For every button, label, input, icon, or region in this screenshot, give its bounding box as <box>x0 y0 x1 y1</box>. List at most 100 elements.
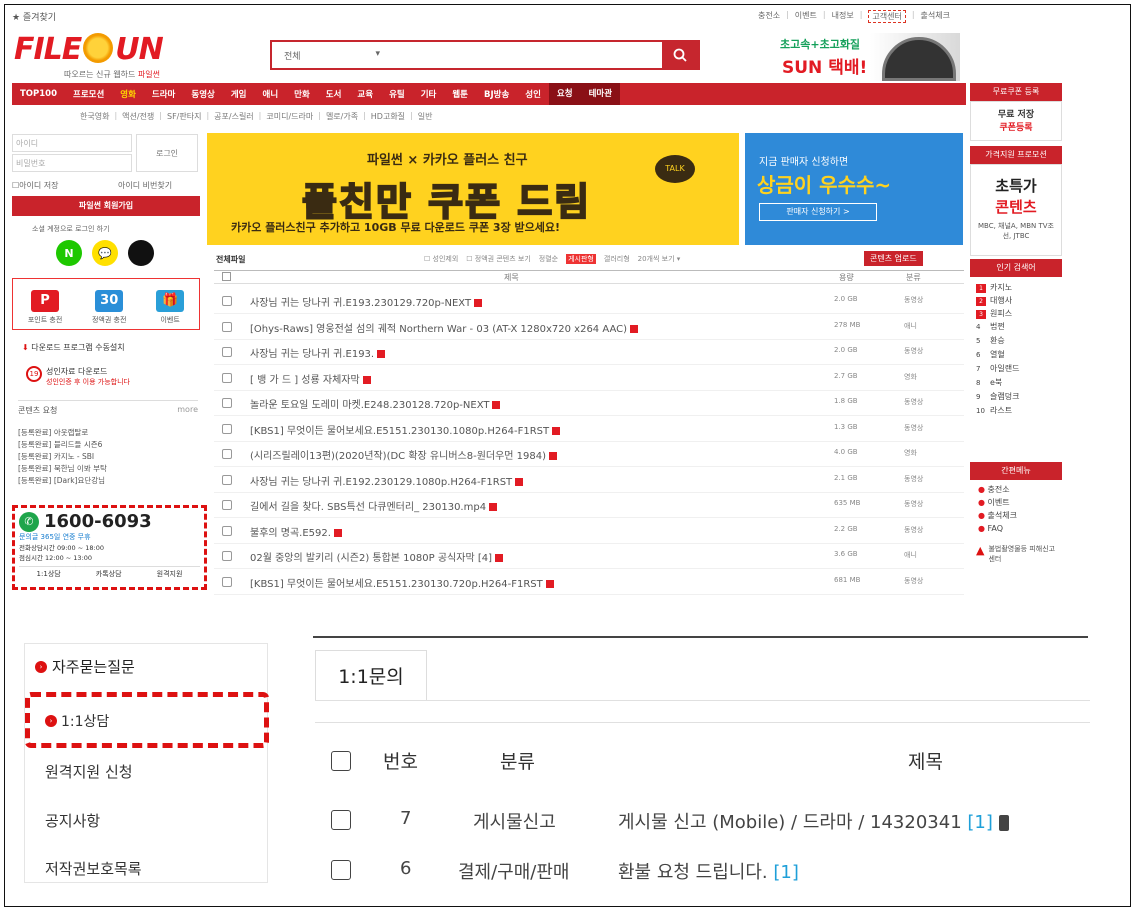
inquiry-title[interactable]: 게시물 신고 (Mobile) / 드라마 / 14320341 [1] <box>618 808 1009 834</box>
faq-item-copyright[interactable]: 저작권보호목록 <box>45 858 142 879</box>
remote-support-link[interactable]: 원격지원 <box>157 569 183 579</box>
popular-search-item[interactable]: 5 환승 <box>976 334 1056 348</box>
kakao-login-icon[interactable]: 💬 <box>92 240 118 266</box>
file-row[interactable]: (시리즈릴레이13편)(2020년작)(DC 확장 유니버스8-원더우먼 198… <box>214 441 964 467</box>
popular-search-item[interactable]: 1 카지노 <box>976 281 1056 294</box>
row-checkbox[interactable] <box>222 372 232 383</box>
popular-search-item[interactable]: 3 원피스 <box>976 307 1056 320</box>
upload-button[interactable]: 콘텐츠 업로드 <box>864 251 923 266</box>
quick-menu-faq[interactable]: ● FAQ <box>978 522 1054 535</box>
site-logo[interactable]: FILE UN <box>14 32 164 67</box>
subnav-item[interactable]: 액션/전쟁 <box>122 111 154 122</box>
subnav-item[interactable]: 코미디/드라마 <box>266 111 313 122</box>
file-title[interactable]: [Ohys-Raws] 영웅전설 섬의 궤적 Northern War - 03… <box>250 320 639 335</box>
nav-book[interactable]: 도서 <box>318 88 350 100</box>
table-row[interactable]: 6 결제/구매/판매 환불 요청 드립니다. [1] <box>315 846 1090 896</box>
request-item[interactable]: [등록완료] 카지노 - SBI <box>18 451 107 463</box>
row-checkbox[interactable] <box>222 551 232 561</box>
page-size-select[interactable]: 20개씩 보기 ▾ <box>638 254 681 264</box>
popular-search-item[interactable]: 6 열혈 <box>976 348 1056 362</box>
row-checkbox[interactable] <box>222 398 232 408</box>
file-row[interactable]: [Ohys-Raws] 영웅전설 섬의 궤적 Northern War - 03… <box>214 314 964 340</box>
search-button[interactable] <box>662 42 698 68</box>
file-row[interactable]: 사장님 귀는 당나귀 귀.E192.230129.1080p.H264-F1RS… <box>214 467 964 493</box>
manual-install-link[interactable]: ⬇ 다운로드 프로그램 수동설치 <box>22 342 125 353</box>
seller-banner[interactable]: 지금 판매자 신청하면 상금이 우수수~ 판매자 신청하기 > <box>745 133 963 245</box>
file-title[interactable]: 사장님 귀는 당나귀 귀.E192.230129.1080p.H264-F1RS… <box>250 473 524 488</box>
top-link-myinfo[interactable]: 내정보 <box>832 10 854 23</box>
subnav-item[interactable]: SF/판타지 <box>167 111 201 122</box>
file-title[interactable]: 놀라운 토요일 도레미 마켓.E248.230128.720p-NEXT <box>250 396 501 411</box>
row-checkbox[interactable] <box>222 500 232 510</box>
file-row[interactable]: 놀라운 토요일 도레미 마켓.E248.230128.720p-NEXT 1.8 … <box>214 390 964 416</box>
nav-utility[interactable]: 유틸 <box>381 88 413 100</box>
nav-top100[interactable]: TOP100 <box>12 89 65 99</box>
kakao-plus-banner[interactable]: 파일썬 × 카카오 플러스 친구 플친만 쿠폰 드림 카카오 플러스친구 추가하… <box>207 133 739 245</box>
subnav-item[interactable]: 일반 <box>418 111 433 122</box>
top-link-charge[interactable]: 충전소 <box>758 10 780 23</box>
file-row[interactable]: 사장님 귀는 당나귀 귀.E193.230129.720p-NEXT 2.0 GB… <box>214 288 964 314</box>
one-on-one-link[interactable]: 1:1상담 <box>37 569 61 579</box>
seller-apply-button[interactable]: 판매자 신청하기 > <box>759 203 877 221</box>
file-title[interactable]: 불후의 명곡.E592. <box>250 524 342 539</box>
file-title[interactable]: (시리즈릴레이13편)(2020년작)(DC 확장 유니버스8-원더우먼 198… <box>250 447 558 462</box>
row-checkbox[interactable] <box>222 321 232 332</box>
row-checkbox[interactable] <box>222 296 232 306</box>
quick-menu-charge[interactable]: ● 충전소 <box>978 483 1054 496</box>
select-all-checkbox[interactable] <box>222 272 231 281</box>
row-checkbox[interactable] <box>222 576 232 587</box>
filter-exclude-adult[interactable]: ☐ 성인제외 <box>424 254 458 264</box>
more-link[interactable]: more <box>177 405 198 414</box>
subnav-item[interactable]: 멜로/가족 <box>326 111 358 122</box>
nav-game[interactable]: 게임 <box>223 88 255 100</box>
filter-pass-content[interactable]: ☐ 정액권 콘텐츠 보기 <box>466 254 531 264</box>
file-title[interactable]: 사장님 귀는 당나귀 귀.E193. <box>250 345 386 360</box>
pass-charge-button[interactable]: 30 정액권 충전 <box>92 290 126 325</box>
login-password-input[interactable]: 비밀번호 <box>12 154 132 172</box>
row-checkbox[interactable] <box>222 347 232 357</box>
search-input[interactable] <box>392 42 662 68</box>
row-checkbox[interactable] <box>222 474 232 485</box>
popular-search-item[interactable]: 2 대행사 <box>976 294 1056 307</box>
report-center-link[interactable]: ▲ 불법촬영물등 피해신고센터 <box>970 544 1062 564</box>
popular-search-item[interactable]: 9 슬램덩크 <box>976 390 1056 404</box>
file-title[interactable]: [KBS1] 무엇이든 물어보세요.E5151.230130.720p.H264… <box>250 575 554 590</box>
nav-anime[interactable]: 애니 <box>255 88 287 100</box>
row-checkbox[interactable] <box>222 449 232 459</box>
login-id-input[interactable]: 아이디 <box>12 134 132 152</box>
top-link-event[interactable]: 이벤트 <box>795 10 817 23</box>
tab-one-on-one-inquiry[interactable]: 1:1문의 <box>315 650 427 700</box>
quick-menu-event[interactable]: ● 이벤트 <box>978 496 1054 509</box>
nav-movie[interactable]: 영화 <box>112 88 144 100</box>
nav-promotion[interactable]: 프로모션 <box>65 88 112 100</box>
row-checkbox[interactable] <box>331 810 351 830</box>
express-promo-banner[interactable]: 초고속+초고화질 SUN 택배! <box>760 33 960 81</box>
find-account-link[interactable]: 아이디 비번찾기 <box>118 180 172 191</box>
save-id-checkbox[interactable]: ☐아이디 저장 <box>12 180 59 191</box>
select-all-checkbox[interactable] <box>331 751 351 771</box>
file-row[interactable]: 불후의 명곡.E592. 2.2 GB 동영상 <box>214 518 964 544</box>
favorite-link[interactable]: ★ 즐겨찾기 <box>12 10 56 23</box>
nav-adult[interactable]: 성인 <box>517 88 549 100</box>
row-checkbox[interactable] <box>331 860 351 880</box>
nav-bj[interactable]: BJ방송 <box>476 88 517 100</box>
top-link-support[interactable]: 고객센터 <box>868 10 906 23</box>
kakao-consult-link[interactable]: 카톡상담 <box>96 569 122 579</box>
board-view-button[interactable]: 게시판형 <box>566 254 596 264</box>
file-title[interactable]: 길에서 길을 찾다. SBS특선 다큐멘터리_ 230130.mp4 <box>250 498 498 513</box>
request-item[interactable]: [등록완료] 아웃랩탈로 <box>18 427 107 439</box>
faq-item-one-on-one[interactable]: › 1:1상담 <box>45 711 109 731</box>
top-link-attendance[interactable]: 출석체크 <box>921 10 950 23</box>
nav-drama[interactable]: 드라마 <box>144 88 183 100</box>
faq-title[interactable]: › 자주묻는질문 <box>35 656 135 677</box>
file-row[interactable]: [KBS1] 무엇이든 물어보세요.E5151.230130.720p.H264… <box>214 569 964 595</box>
login-button[interactable]: 로그인 <box>136 134 198 172</box>
row-checkbox[interactable] <box>222 423 232 434</box>
file-row[interactable]: 사장님 귀는 당나귀 귀.E193. 2.0 GB 동영상 <box>214 339 964 365</box>
nav-etc[interactable]: 기타 <box>413 88 445 100</box>
join-button[interactable]: 파일썬 회원가입 <box>12 196 200 216</box>
row-checkbox[interactable] <box>222 525 232 536</box>
request-item[interactable]: [등록완료] 북한님 이봐 부탁 <box>18 463 107 475</box>
inquiry-title[interactable]: 환불 요청 드립니다. [1] <box>618 858 799 884</box>
apple-login-icon[interactable] <box>128 240 154 266</box>
